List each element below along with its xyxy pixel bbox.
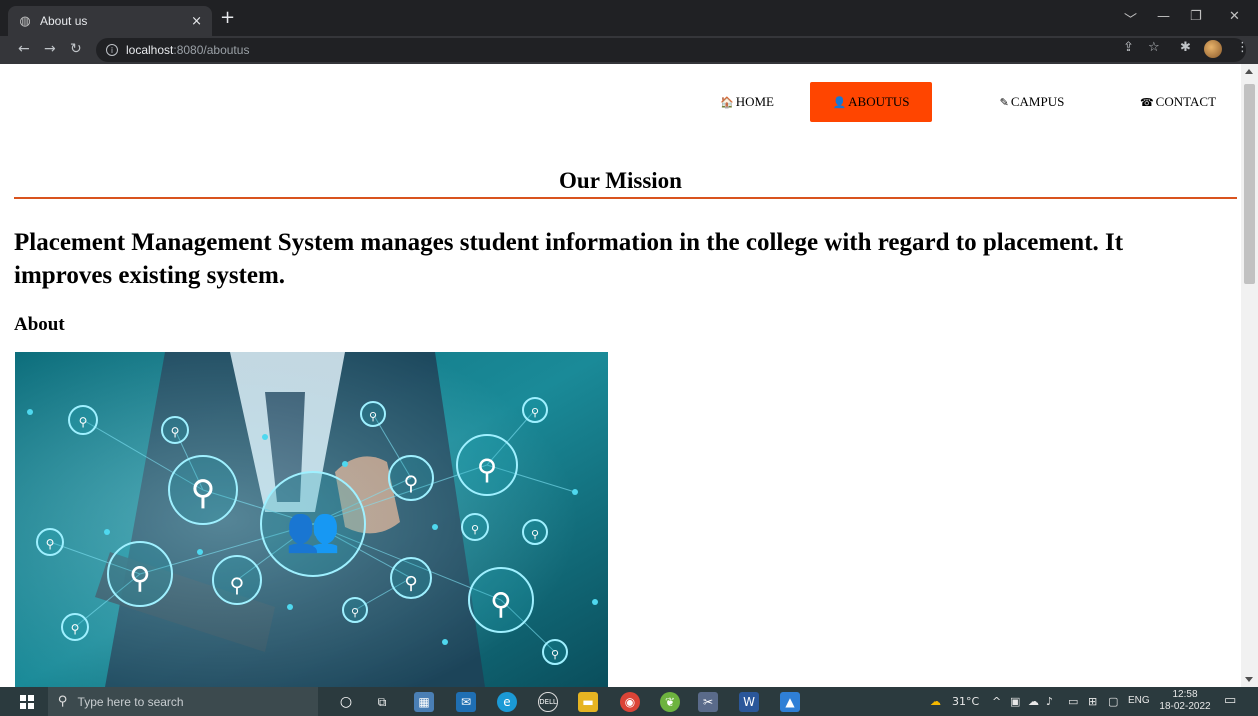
new-tab-button[interactable]: +: [220, 9, 235, 27]
home-icon: 🏠: [720, 95, 734, 109]
windows-start-icon[interactable]: [20, 695, 34, 709]
snipping-tool-icon[interactable]: ✂: [698, 692, 718, 712]
svg-text:⚲: ⚲: [531, 528, 539, 541]
svg-text:⚲: ⚲: [230, 573, 245, 597]
phone-icon: ☎: [1139, 95, 1154, 109]
svg-text:⚲: ⚲: [129, 561, 151, 596]
clock-date: 18-02-2022: [1159, 701, 1211, 712]
svg-text:⚲: ⚲: [369, 410, 377, 423]
about-hero-image: 👥 ⚲ ⚲ ⚲ ⚲ ⚲ ⚲ ⚲ ⚲ ⚲ ⚲ ⚲ ⚲ ⚲ ⚲ ⚲ ⚲ ⚲: [15, 352, 608, 687]
mail-app-icon[interactable]: ✉: [456, 692, 476, 712]
browser-tab-strip: ◍ About us × + ﹀ — ❐ ✕: [0, 0, 1258, 36]
address-bar[interactable]: i localhost:8080/aboutus: [96, 38, 1246, 62]
bookmark-star-icon[interactable]: ☆: [1148, 40, 1160, 55]
volume-icon[interactable]: ♪: [1046, 695, 1053, 708]
edit-icon: ✎: [999, 95, 1009, 109]
scroll-down-arrow-icon[interactable]: [1245, 677, 1253, 682]
site-info-icon[interactable]: i: [106, 44, 118, 56]
forward-icon[interactable]: →: [44, 41, 56, 57]
nav-campus[interactable]: ✎ CAMPUS: [980, 82, 1084, 122]
back-icon[interactable]: ←: [18, 41, 30, 57]
svg-text:⚲: ⚲: [531, 406, 539, 419]
tab-search-icon[interactable]: ﹀: [1124, 9, 1137, 28]
svg-text:⚲: ⚲: [490, 587, 512, 622]
tab-title: About us: [40, 14, 88, 28]
svg-text:⚲: ⚲: [171, 425, 180, 439]
profile-avatar[interactable]: [1204, 40, 1222, 58]
nav-contact-label: CONTACT: [1155, 94, 1217, 109]
meet-now-icon[interactable]: ▣: [1010, 695, 1020, 708]
edge-browser-icon[interactable]: e: [497, 692, 517, 712]
svg-text:⚲: ⚲: [79, 415, 88, 429]
user-icon: 👤: [832, 95, 847, 109]
share-icon[interactable]: ⇪: [1123, 40, 1134, 55]
page-viewport: 🏠 HOME 👤 ABOUTUS ✎ CAMPUS ☎ CONTACT Our …: [0, 64, 1241, 687]
battery-icon[interactable]: ▭: [1068, 695, 1078, 708]
show-hidden-icons-icon[interactable]: ^: [992, 695, 1001, 708]
nav-home[interactable]: 🏠 HOME: [700, 82, 794, 122]
url-text: localhost:8080/aboutus: [126, 43, 250, 57]
nav-campus-label: CAMPUS: [1010, 94, 1065, 109]
scroll-thumb[interactable]: [1244, 84, 1255, 284]
taskbar-search-box[interactable]: ⚲ Type here to search: [48, 687, 318, 716]
svg-text:⚲: ⚲: [71, 622, 80, 636]
minimize-icon[interactable]: —: [1157, 9, 1170, 24]
notification-center-icon[interactable]: ▭: [1224, 693, 1236, 708]
calendar-app-icon[interactable]: ▦: [414, 692, 434, 712]
word-app-icon[interactable]: W: [739, 692, 759, 712]
title-divider: [14, 197, 1237, 199]
dell-app-icon[interactable]: DELL: [538, 692, 558, 712]
globe-icon: ◍: [19, 13, 31, 29]
page-scrollbar[interactable]: [1241, 64, 1258, 687]
tab-close-icon[interactable]: ×: [191, 14, 202, 29]
svg-text:⚲: ⚲: [351, 606, 359, 619]
menu-icon[interactable]: ⋮: [1236, 40, 1249, 55]
svg-text:⚲: ⚲: [551, 648, 559, 661]
browser-tab[interactable]: ◍ About us ×: [8, 6, 212, 36]
svg-text:👥: 👥: [286, 504, 341, 555]
extensions-icon[interactable]: ✱: [1180, 40, 1191, 55]
clock-time: 12:58: [1172, 689, 1198, 700]
windows-taskbar: ⚲ Type here to search ○ ⧉ ▦ ✉ e DELL ▬ ◉…: [0, 687, 1258, 716]
nav-contact[interactable]: ☎ CONTACT: [1122, 82, 1234, 122]
weather-temperature[interactable]: 31°C: [952, 695, 979, 708]
svg-text:⚲: ⚲: [46, 537, 55, 551]
about-heading: About: [14, 314, 65, 335]
nav-home-label: HOME: [735, 94, 774, 109]
search-icon: ⚲: [58, 694, 68, 709]
weather-icon[interactable]: ☁: [930, 695, 941, 708]
network-icon[interactable]: ⊞: [1088, 695, 1097, 708]
taskbar-clock[interactable]: 12:58 18-02-2022: [1158, 689, 1212, 713]
page-title: Our Mission: [559, 168, 682, 193]
nav-aboutus[interactable]: 👤 ABOUTUS: [810, 82, 932, 122]
reload-icon[interactable]: ↻: [70, 41, 82, 57]
svg-text:⚲: ⚲: [471, 523, 479, 536]
cortana-icon[interactable]: ○: [336, 692, 356, 712]
close-window-icon[interactable]: ✕: [1229, 9, 1240, 24]
nav-aboutus-label: ABOUTUS: [848, 94, 910, 109]
photos-app-icon[interactable]: ▲: [780, 692, 800, 712]
onedrive-icon[interactable]: ☁: [1028, 695, 1039, 708]
spring-tool-icon[interactable]: ❦: [660, 692, 680, 712]
scroll-up-arrow-icon[interactable]: [1245, 69, 1253, 74]
task-view-icon[interactable]: ⧉: [372, 692, 392, 712]
taskbar-search-placeholder: Type here to search: [77, 694, 184, 709]
maximize-icon[interactable]: ❐: [1190, 9, 1202, 24]
file-explorer-icon[interactable]: ▬: [578, 692, 598, 712]
svg-text:⚲: ⚲: [477, 453, 498, 486]
svg-text:⚲: ⚲: [404, 573, 417, 594]
chrome-icon[interactable]: ◉: [620, 692, 640, 712]
svg-text:⚲: ⚲: [191, 473, 216, 513]
browser-toolbar: ← → ↻ i localhost:8080/aboutus ⇪ ☆ ✱ ⋮: [0, 36, 1258, 64]
mission-statement: Placement Management System manages stud…: [14, 229, 1124, 289]
display-icon[interactable]: ▢: [1108, 695, 1118, 708]
language-indicator[interactable]: ENG: [1128, 695, 1150, 706]
svg-text:⚲: ⚲: [404, 471, 419, 495]
